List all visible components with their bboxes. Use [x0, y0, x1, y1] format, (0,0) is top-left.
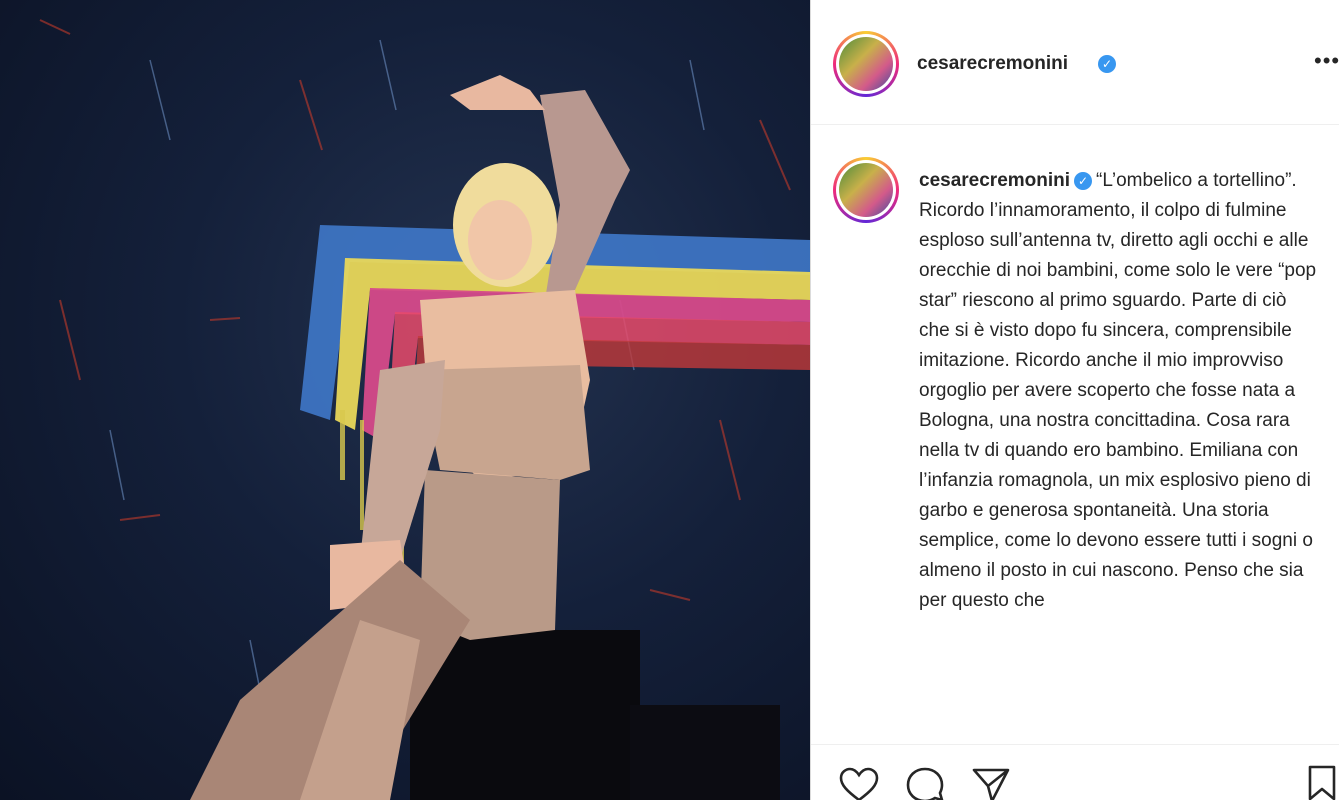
comments-area: cesarecremonini ✓ “L’ombelico a tortellino… — [811, 126, 1339, 744]
post-header: cesarecremonini ✓ ••• — [811, 0, 1339, 125]
caption-text: “L’ombelico a tortellino”. Ricordo l’inn… — [919, 170, 1317, 611]
post-photo[interactable] — [0, 0, 810, 800]
comment-icon[interactable] — [905, 767, 945, 800]
avatar[interactable] — [833, 31, 899, 97]
share-icon[interactable] — [971, 767, 1011, 800]
caption-username-link[interactable]: cesarecremonini — [919, 170, 1070, 191]
more-options-icon[interactable]: ••• — [1314, 48, 1339, 74]
heart-icon[interactable] — [839, 767, 879, 800]
action-bar — [811, 744, 1339, 800]
photo-illustration — [39, 19, 810, 800]
post-panel: cesarecremonini ✓ ••• cesarecremonini ✓ “L… — [810, 0, 1339, 800]
username-link[interactable]: cesarecremonini — [917, 53, 1068, 75]
caption-avatar[interactable] — [833, 157, 899, 223]
verified-badge-icon: ✓ — [1098, 55, 1116, 73]
post-caption: cesarecremonini ✓ “L’ombelico a tortellino… — [919, 166, 1319, 616]
bookmark-icon[interactable] — [1307, 765, 1337, 800]
caption-verified-badge-icon: ✓ — [1074, 172, 1093, 190]
